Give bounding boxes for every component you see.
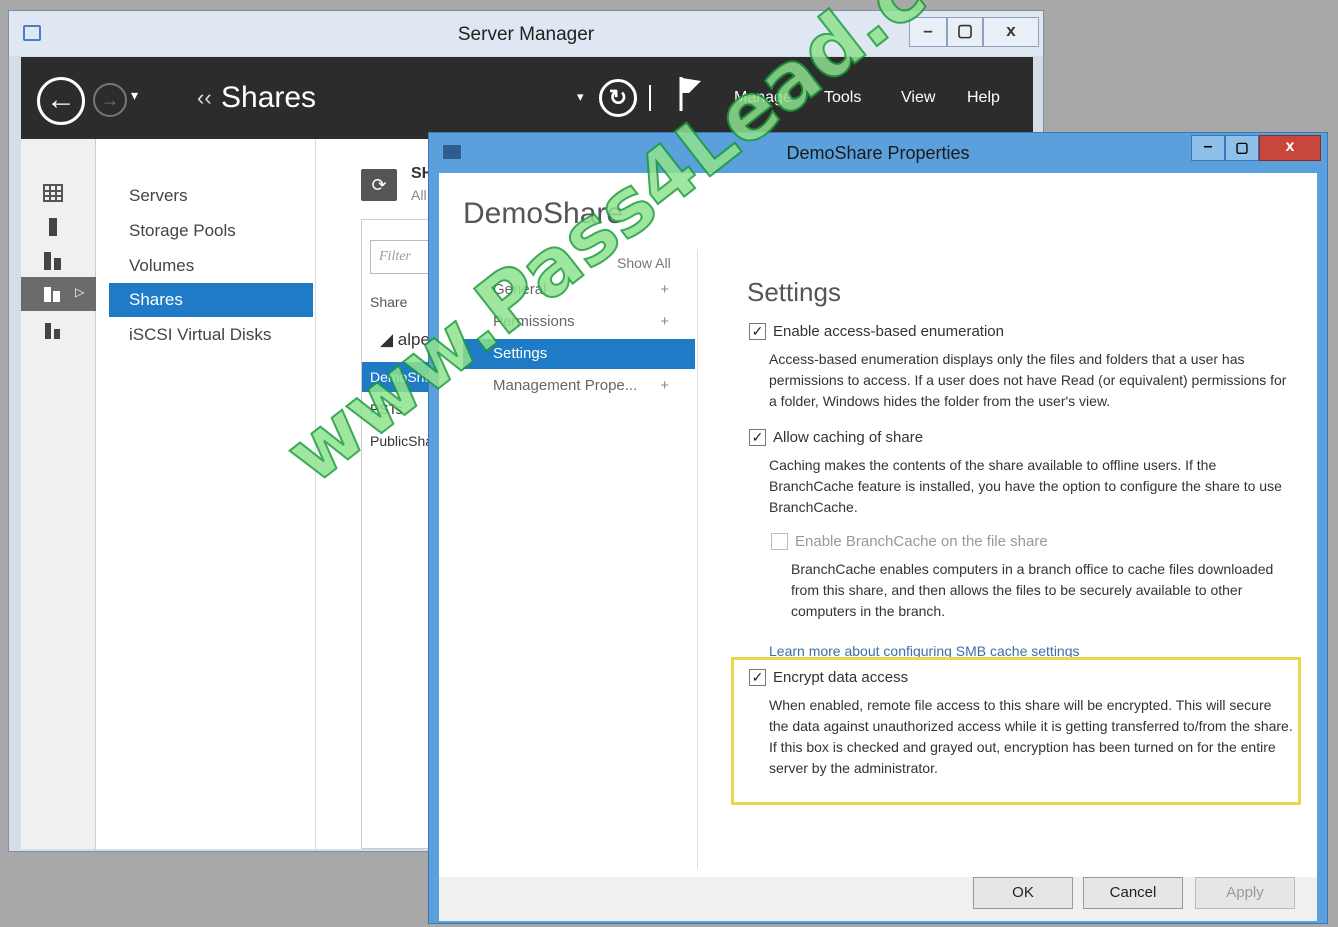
allow-caching-label: Allow caching of share (773, 429, 924, 446)
dashboard-icon[interactable] (43, 183, 63, 203)
forward-arrow-icon[interactable]: → (93, 83, 127, 117)
apply-button[interactable]: Apply (1195, 877, 1295, 909)
sm-minimize-button[interactable]: – (909, 17, 947, 47)
nav-item-volumes[interactable]: Volumes (109, 249, 313, 283)
toolbar-divider (649, 85, 651, 111)
ok-button[interactable]: OK (973, 877, 1073, 909)
column-header-share[interactable]: Share (370, 294, 407, 310)
expand-arrow-icon[interactable]: ▷ (75, 285, 84, 299)
all-servers-icon[interactable] (43, 251, 63, 271)
encrypt-data-access-checkbox[interactable]: ✓ (749, 669, 766, 686)
shares-header-subtitle: All (411, 187, 427, 203)
menu-manage[interactable]: Manage (734, 89, 792, 107)
icon-rail: ▷ (21, 139, 96, 849)
sm-close-button[interactable]: x (983, 17, 1039, 47)
expand-plus-icon[interactable]: + (660, 275, 669, 305)
enable-branchcache-checkbox[interactable] (771, 533, 788, 550)
file-storage-nav: Servers Storage Pools Volumes Shares iSC… (101, 139, 316, 849)
collapse-triangle-icon[interactable]: ◢ (380, 330, 398, 349)
history-dropdown-icon[interactable]: ▾ (131, 87, 138, 104)
nav-item-servers[interactable]: Servers (109, 179, 313, 213)
access-based-enumeration-checkbox[interactable]: ✓ (749, 323, 766, 340)
dialog-maximize-button[interactable]: ▢ (1225, 135, 1259, 161)
show-all-link[interactable]: Show All (617, 255, 671, 271)
enable-branchcache-label: Enable BranchCache on the file share (795, 533, 1048, 550)
dialog-nav-general[interactable]: General + (463, 275, 695, 305)
share-properties-dialog: DemoShare Properties – ▢ x DemoShare Sho… (428, 132, 1328, 924)
encrypt-data-access-description: When enabled, remote file access to this… (769, 697, 1293, 776)
sm-maximize-button[interactable]: ▢ (947, 17, 983, 47)
breadcrumb[interactable]: Shares (221, 81, 316, 115)
access-based-enumeration-description: Access-based enumeration displays only t… (769, 351, 1287, 409)
breadcrumb-arrows-icon: ‹‹ (197, 85, 212, 110)
back-arrow-icon[interactable]: ← (37, 77, 85, 125)
cancel-button[interactable]: Cancel (1083, 877, 1183, 909)
sm-title-bar[interactable]: Server Manager – ▢ x (9, 11, 1043, 56)
group-label: alpe (397, 330, 430, 349)
enable-branchcache-description: BranchCache enables computers in a branc… (791, 561, 1274, 619)
shares-tile-icon: ⟳ (361, 169, 397, 201)
allow-caching-description: Caching makes the contents of the share … (769, 457, 1282, 515)
allow-caching-checkbox[interactable]: ✓ (749, 429, 766, 446)
sm-window-title: Server Manager (457, 24, 595, 45)
settings-heading: Settings (747, 277, 841, 307)
file-storage-icon[interactable] (43, 284, 63, 304)
nav-item-storage-pools[interactable]: Storage Pools (109, 214, 313, 248)
sm-toolbar: ← → ▾ ‹‹ Shares ▾ ↻ Manage Tools View He… (21, 57, 1033, 139)
dialog-nav-label: General (493, 281, 547, 298)
access-based-enumeration-label: Enable access-based enumeration (773, 323, 1004, 340)
dialog-footer: OK Cancel Apply (439, 877, 1317, 921)
dialog-nav-management-properties[interactable]: Management Prope... + (463, 371, 695, 401)
menu-help[interactable]: Help (967, 89, 1000, 107)
nav-item-iscsi-virtual-disks[interactable]: iSCSI Virtual Disks (109, 318, 313, 352)
dialog-nav-label: Management Prope... (493, 377, 638, 394)
dialog-close-button[interactable]: x (1259, 135, 1321, 161)
dialog-nav-permissions[interactable]: Permissions + (463, 307, 695, 337)
dialog-title-bar[interactable]: DemoShare Properties – ▢ x (429, 133, 1327, 171)
dialog-body: DemoShare Show All General + Permissions… (439, 173, 1317, 877)
dialog-nav-label: Permissions (493, 313, 575, 330)
nav-item-shares[interactable]: Shares (109, 283, 313, 317)
dialog-nav-label: Settings (493, 345, 548, 362)
local-server-icon[interactable] (43, 217, 63, 237)
dialog-nav-settings[interactable]: Settings (463, 339, 695, 369)
notifications-flag-icon[interactable] (675, 73, 705, 113)
dialog-minimize-button[interactable]: – (1191, 135, 1225, 161)
refresh-icon[interactable]: ↻ (599, 79, 637, 117)
dialog-heading: DemoShare (463, 197, 624, 230)
menu-tools[interactable]: Tools (824, 89, 861, 107)
expand-plus-icon[interactable]: + (660, 307, 669, 337)
refresh-dropdown-icon[interactable]: ▾ (577, 89, 584, 105)
dialog-splitter (697, 249, 698, 869)
storage-icon[interactable] (43, 321, 63, 341)
expand-plus-icon[interactable]: + (660, 371, 669, 401)
menu-view[interactable]: View (901, 89, 935, 107)
group-row[interactable]: ◢ alpe (380, 330, 430, 350)
encrypt-data-access-label: Encrypt data access (773, 669, 909, 686)
